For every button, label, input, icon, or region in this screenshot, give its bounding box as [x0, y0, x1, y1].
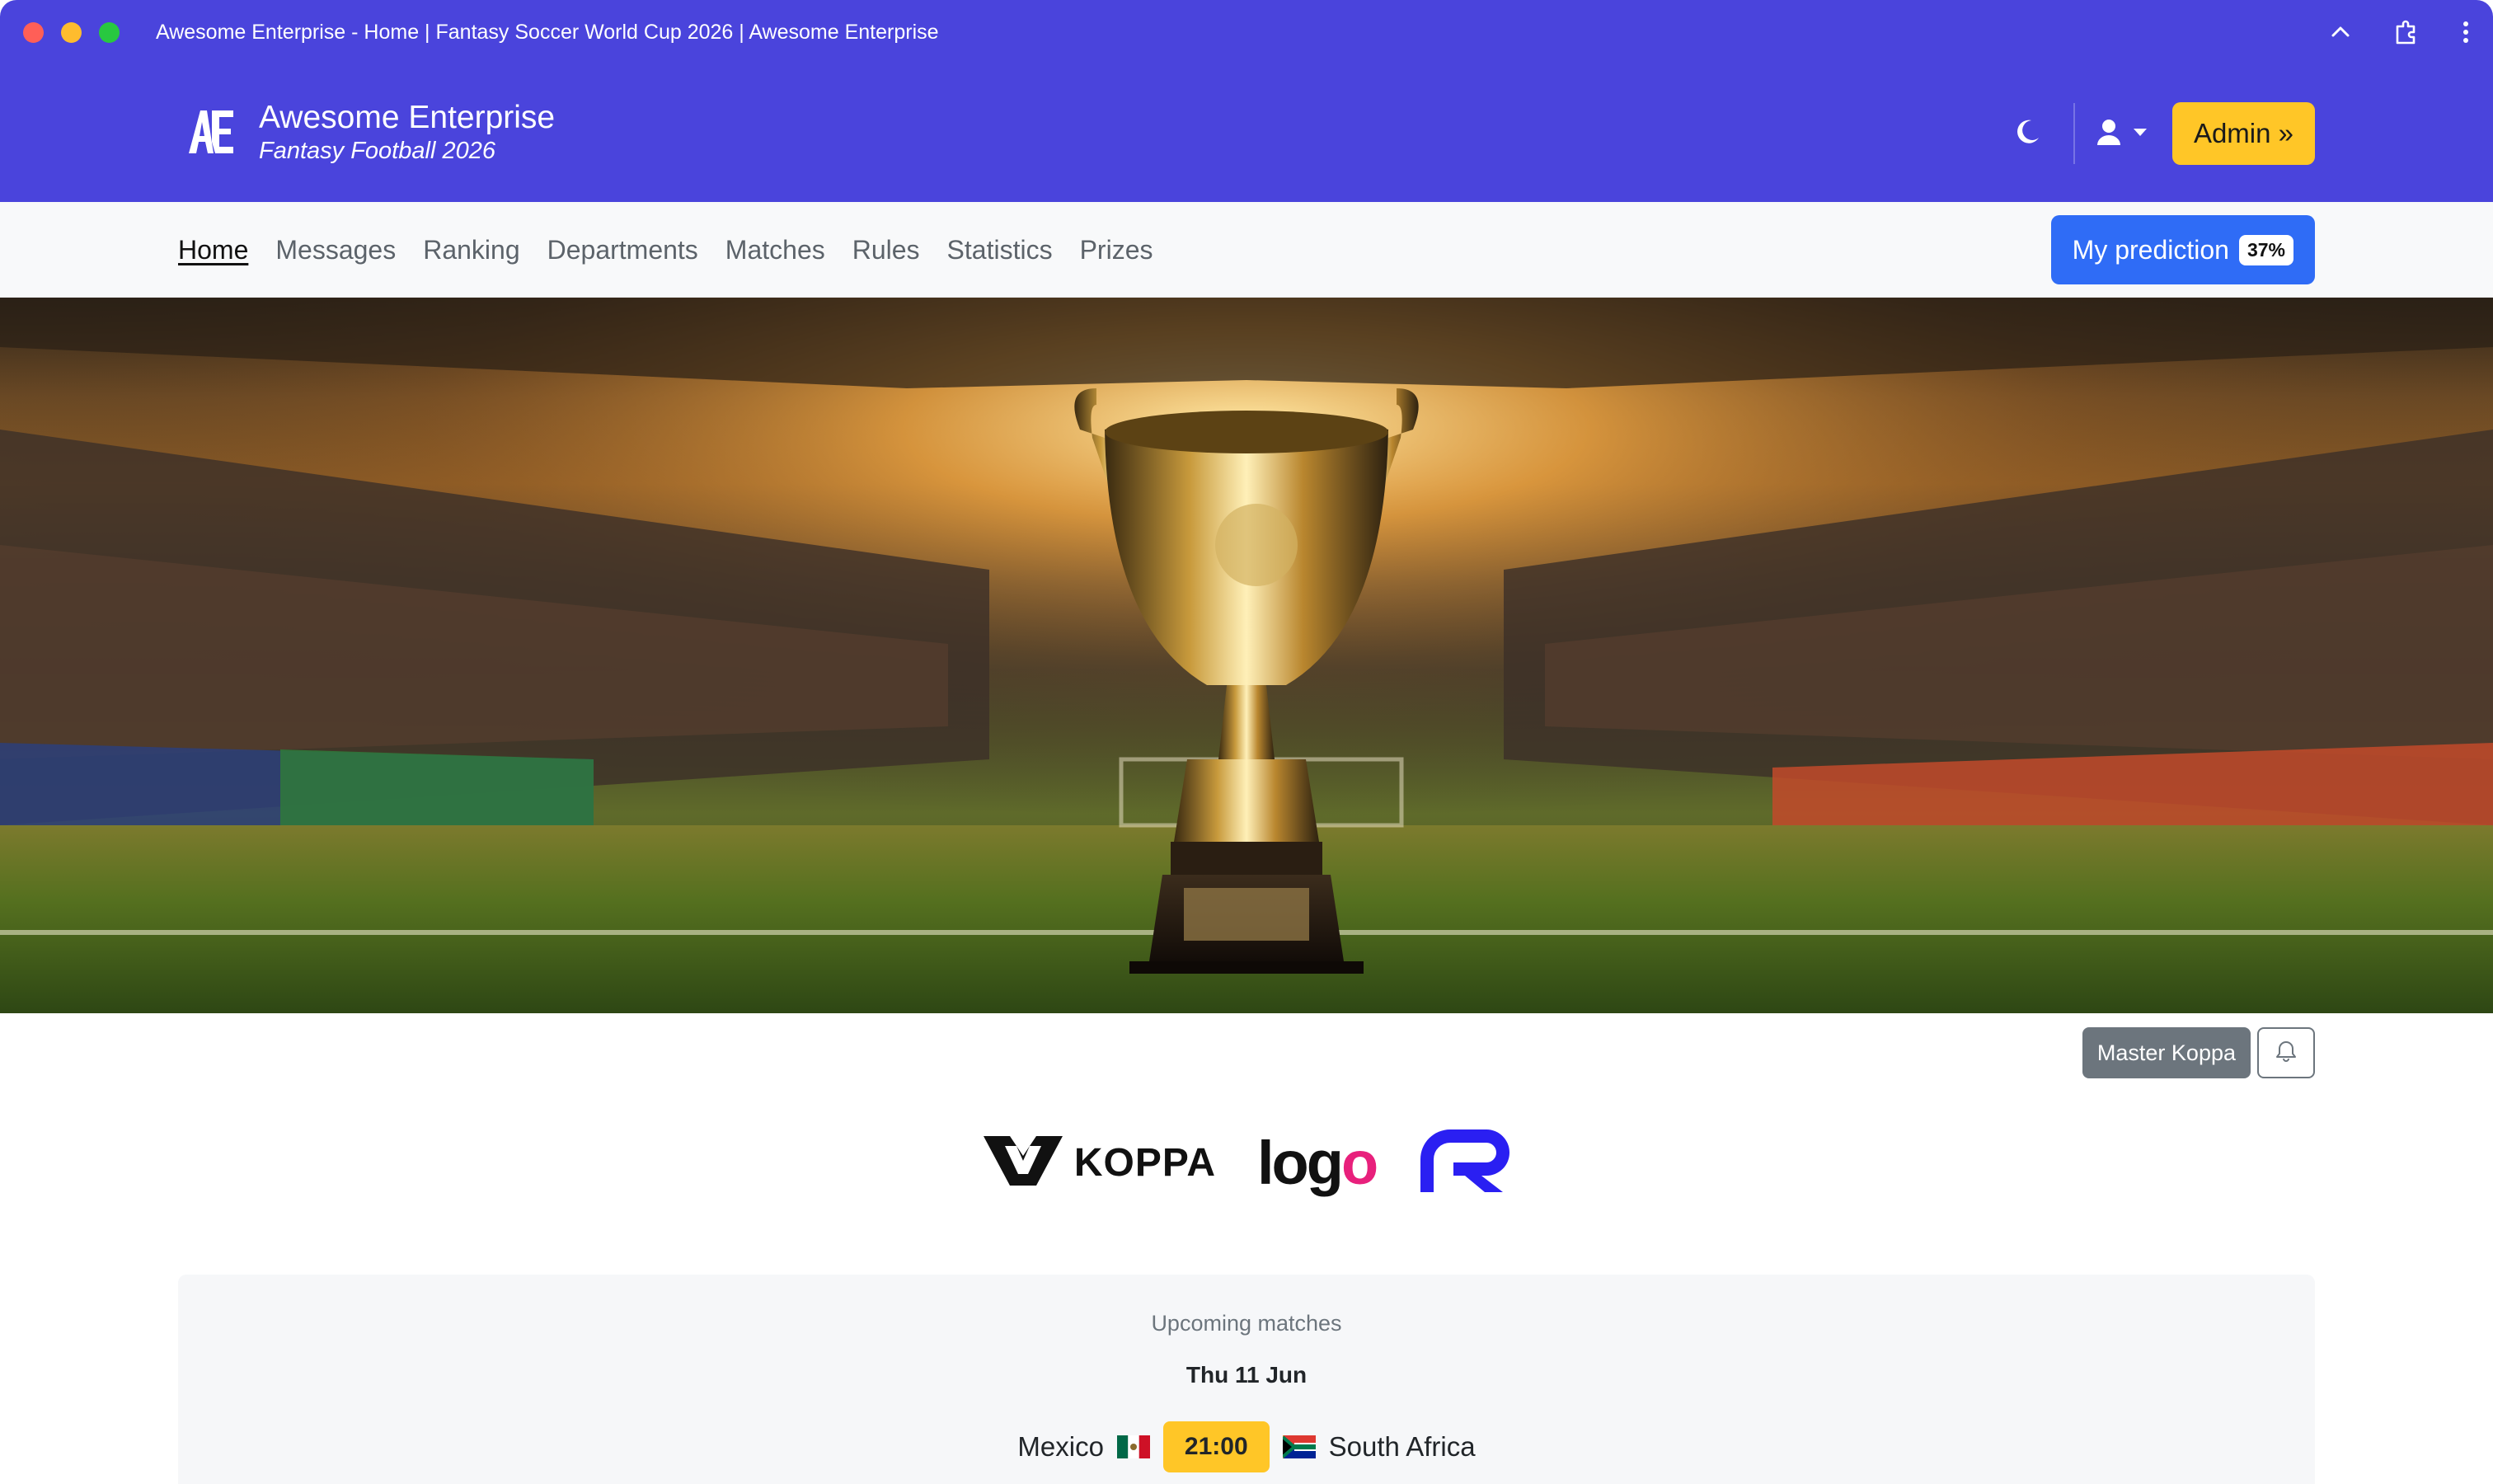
notifications-button[interactable] — [2257, 1027, 2315, 1078]
main-nav: Home Messages Ranking Departments Matche… — [0, 202, 2493, 298]
hero-image — [0, 298, 2493, 1013]
moon-icon — [2013, 118, 2041, 150]
south-africa-flag-icon — [1281, 1435, 1316, 1458]
match-date: Thu 11 Jun — [1185, 1362, 1308, 1388]
close-window-button[interactable] — [23, 21, 44, 43]
match-row[interactable]: Mexico 21:00 South Africa — [178, 1421, 2315, 1472]
bell-icon — [2275, 1040, 2297, 1067]
brand-subtitle: Fantasy Football 2026 — [259, 138, 495, 164]
brand-text: Awesome Enterprise Fantasy Football 2026 — [259, 99, 555, 165]
brand-logo — [178, 99, 244, 165]
koppa-logo-icon — [980, 1131, 1066, 1195]
upcoming-matches-card: Upcoming matches Thu 11 Jun Mexico 21:00 — [178, 1275, 2315, 1484]
r-brand-logo-icon — [1417, 1126, 1513, 1200]
dark-mode-toggle[interactable] — [2002, 109, 2052, 158]
nav-item-rules[interactable]: Rules — [852, 235, 920, 265]
header-divider — [2073, 103, 2075, 164]
admin-button[interactable]: Admin » — [2171, 102, 2315, 165]
owner-actions: Master Koppa — [2082, 1027, 2315, 1078]
maximize-window-button[interactable] — [99, 21, 120, 43]
brand-name: Awesome Enterprise — [259, 100, 556, 135]
mexico-flag-icon — [1116, 1435, 1150, 1458]
minimize-window-button[interactable] — [61, 21, 82, 43]
nav-item-messages[interactable]: Messages — [275, 235, 396, 265]
browser-toolbar — [2330, 0, 2470, 64]
koppa-wordmark: KOPPA — [1073, 1140, 1216, 1185]
kickoff-time-badge[interactable]: 21:00 — [1162, 1421, 1270, 1472]
nav-item-prizes[interactable]: Prizes — [1080, 235, 1153, 265]
away-team: South Africa — [1328, 1431, 1476, 1462]
logo-wordmark: logo — [1256, 1128, 1378, 1197]
brand[interactable]: Awesome Enterprise Fantasy Football 2026 — [178, 99, 555, 165]
window-controls — [23, 21, 120, 43]
sponsor-koppa[interactable]: KOPPA — [980, 1131, 1216, 1195]
chevron-up-icon[interactable] — [2330, 21, 2351, 43]
nav-item-ranking[interactable]: Ranking — [423, 235, 519, 265]
nav-item-matches[interactable]: Matches — [725, 235, 825, 265]
header-actions: Admin » — [2002, 102, 2315, 165]
nav-links: Home Messages Ranking Departments Matche… — [178, 202, 1153, 298]
home-team: Mexico — [1017, 1431, 1104, 1462]
owner-name-button[interactable]: Master Koppa — [2082, 1027, 2251, 1078]
browser-titlebar: Awesome Enterprise - Home | Fantasy Socc… — [0, 0, 2493, 64]
sponsor-r-brand[interactable] — [1417, 1126, 1513, 1200]
my-prediction-label: My prediction — [2072, 234, 2229, 265]
browser-window: Awesome Enterprise - Home | Fantasy Socc… — [0, 0, 2493, 1484]
site-header: Awesome Enterprise Fantasy Football 2026… — [0, 64, 2493, 202]
more-menu-icon[interactable] — [2462, 20, 2470, 45]
prediction-progress-badge: 37% — [2238, 234, 2293, 265]
caret-down-icon — [2133, 126, 2148, 141]
sponsor-logo[interactable]: logo — [1256, 1128, 1378, 1198]
nav-item-statistics[interactable]: Statistics — [947, 235, 1053, 265]
nav-item-home[interactable]: Home — [178, 235, 248, 265]
window-title: Awesome Enterprise - Home | Fantasy Socc… — [156, 20, 939, 44]
user-menu-dropdown[interactable] — [2096, 119, 2148, 149]
my-prediction-button[interactable]: My prediction 37% — [2050, 215, 2315, 284]
user-icon — [2096, 119, 2121, 149]
upcoming-matches-title: Upcoming matches — [1151, 1311, 1342, 1336]
nav-item-departments[interactable]: Departments — [547, 235, 698, 265]
extensions-icon[interactable] — [2392, 18, 2420, 46]
sponsor-logos: KOPPA logo — [0, 1121, 2493, 1204]
